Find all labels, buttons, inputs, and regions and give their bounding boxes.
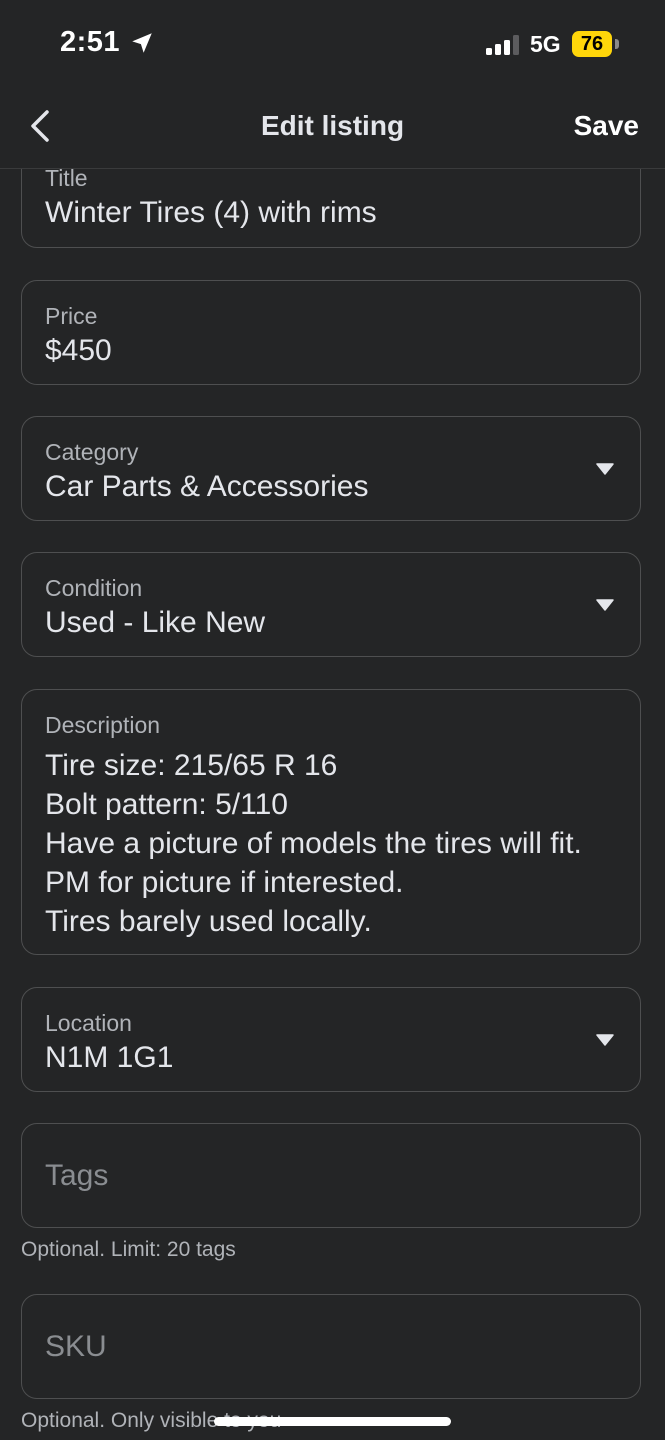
title-input[interactable]: Winter Tires (4) with rims xyxy=(45,196,377,230)
description-textarea[interactable]: Tire size: 215/65 R 16 Bolt pattern: 5/1… xyxy=(45,746,625,941)
title-label: Title xyxy=(45,169,88,191)
condition-label: Condition xyxy=(45,575,143,601)
battery-icon: 76 xyxy=(572,31,612,57)
condition-select[interactable]: Condition Used - Like New xyxy=(21,552,641,657)
caret-down-icon xyxy=(596,1034,614,1046)
sku-input[interactable]: SKU xyxy=(21,1294,641,1399)
description-label: Description xyxy=(45,712,161,738)
battery-tip xyxy=(615,39,619,49)
category-value: Car Parts & Accessories xyxy=(45,470,369,503)
sku-placeholder: SKU xyxy=(45,1330,107,1363)
location-select[interactable]: Location N1M 1G1 xyxy=(21,987,641,1092)
category-select[interactable]: Category Car Parts & Accessories xyxy=(21,416,641,521)
location-arrow-icon xyxy=(132,33,152,53)
tags-input[interactable]: Tags xyxy=(21,1123,641,1228)
location-value: N1M 1G1 xyxy=(45,1041,174,1074)
price-field[interactable]: Price $450 xyxy=(21,280,641,385)
status-bar: 2:51 5G 76 xyxy=(0,0,665,90)
condition-value: Used - Like New xyxy=(45,606,266,639)
network-type: 5G xyxy=(530,31,561,57)
caret-down-icon xyxy=(596,463,614,475)
save-button[interactable]: Save xyxy=(574,110,639,142)
description-line: Have a picture of models the tires will … xyxy=(45,827,582,899)
price-label: Price xyxy=(45,303,98,329)
home-indicator[interactable] xyxy=(214,1417,451,1426)
page-title: Edit listing xyxy=(260,110,405,141)
nav-bar: Edit listing Save xyxy=(0,90,665,168)
price-input[interactable]: $450 xyxy=(45,334,112,368)
description-line: Tires barely used locally. xyxy=(45,905,372,938)
location-label: Location xyxy=(45,1010,132,1036)
signal-strength-icon xyxy=(486,35,519,55)
description-line: Bolt pattern: 5/110 xyxy=(45,788,288,821)
description-field[interactable]: Description Tire size: 215/65 R 16 Bolt … xyxy=(21,689,641,955)
tags-placeholder: Tags xyxy=(45,1159,109,1192)
tags-helper-text: Optional. Limit: 20 tags xyxy=(21,1238,236,1261)
caret-down-icon xyxy=(596,599,614,611)
form-content[interactable]: Title Winter Tires (4) with rims Price $… xyxy=(0,169,665,1440)
category-label: Category xyxy=(45,439,139,465)
title-field[interactable]: Title Winter Tires (4) with rims xyxy=(21,169,641,248)
status-time: 2:51 xyxy=(60,26,121,58)
description-line: Tire size: 215/65 R 16 xyxy=(45,749,338,782)
